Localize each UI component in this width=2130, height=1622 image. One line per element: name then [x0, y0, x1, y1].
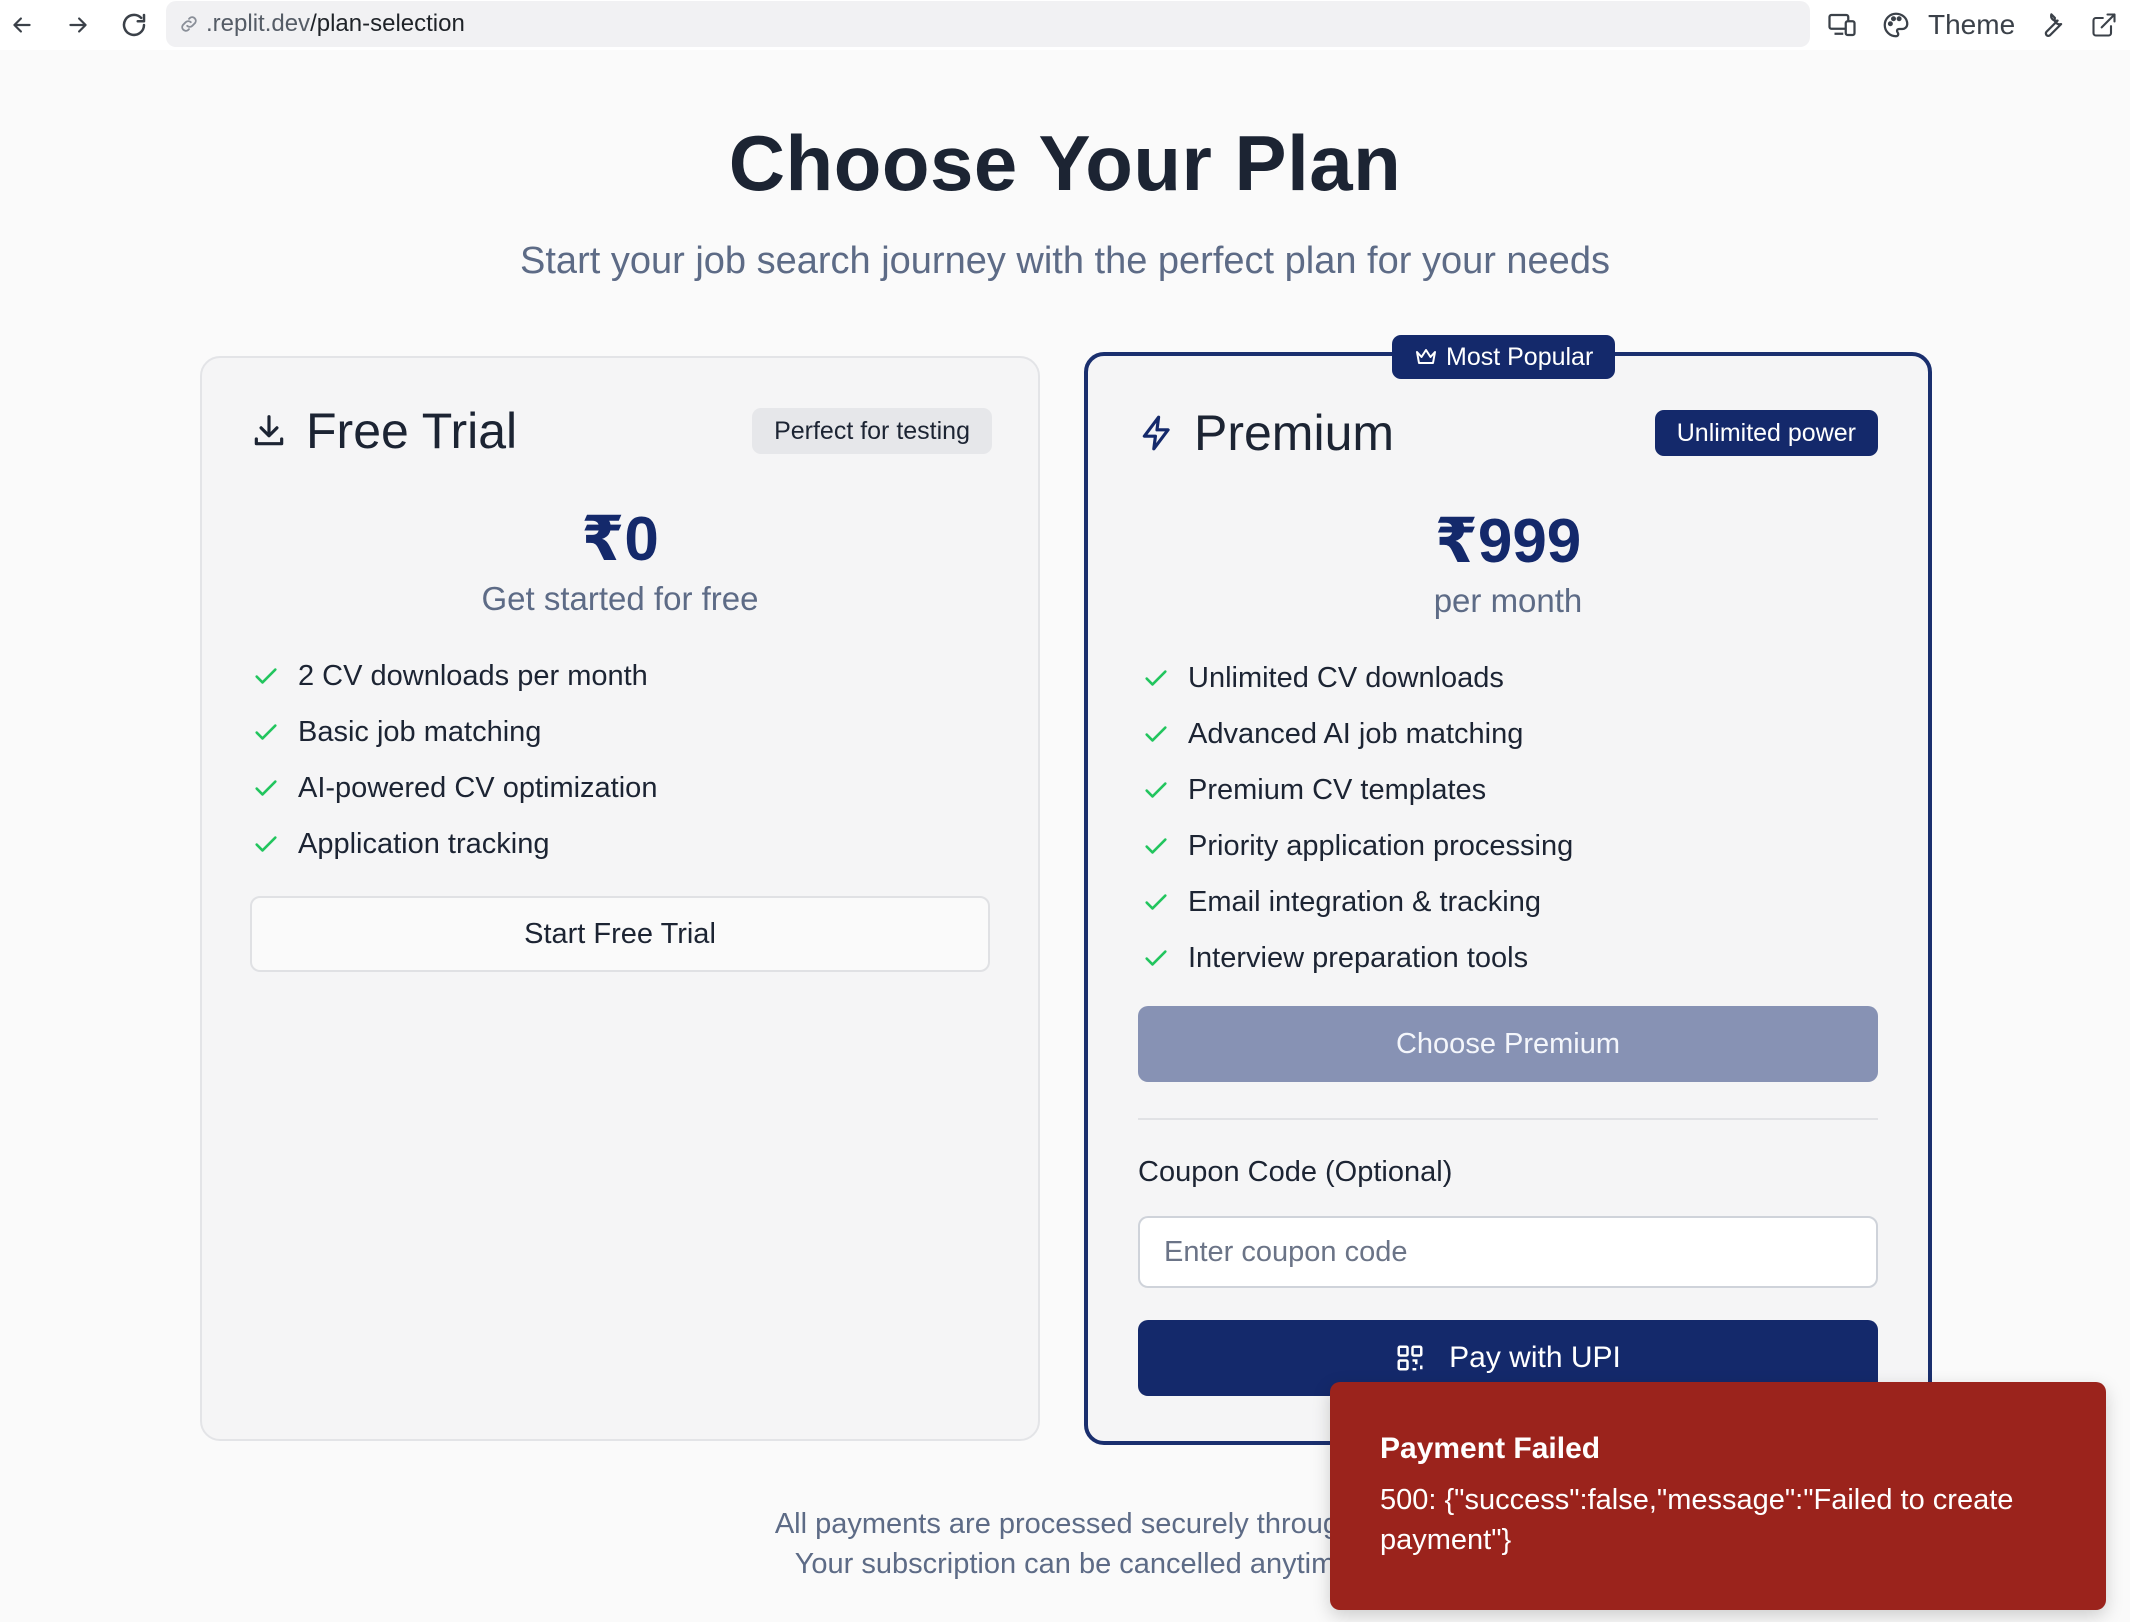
check-icon [252, 830, 280, 858]
most-popular-label: Most Popular [1446, 342, 1594, 371]
feature-item: Premium CV templates [1142, 762, 1573, 818]
most-popular-badge: Most Popular [1392, 335, 1616, 379]
toast-title: Payment Failed [1380, 1432, 1601, 1465]
browser-toolbar: .replit.dev/plan-selection Theme [0, 0, 2130, 50]
back-icon[interactable] [6, 9, 38, 41]
premium-card: Premium Unlimited power ₹999 per month U… [1084, 352, 1932, 1445]
reload-icon[interactable] [118, 9, 150, 41]
check-icon [1142, 664, 1170, 692]
check-icon [252, 774, 280, 802]
feature-item: Priority application processing [1142, 818, 1573, 874]
feature-item: AI-powered CV optimization [252, 760, 657, 816]
feature-item: Interview preparation tools [1142, 930, 1573, 986]
lightning-icon [1138, 414, 1176, 452]
free-trial-price-caption: Get started for free [481, 580, 759, 617]
theme-label[interactable]: Theme [1928, 7, 2015, 43]
check-icon [1142, 776, 1170, 804]
pay-with-upi-label: Pay with UPI [1449, 1341, 1621, 1374]
premium-features: Unlimited CV downloads Advanced AI job m… [1142, 650, 1573, 986]
check-icon [1142, 944, 1170, 972]
forward-icon[interactable] [62, 9, 94, 41]
feature-item: 2 CV downloads per month [252, 648, 657, 704]
feature-item: Email integration & tracking [1142, 874, 1573, 930]
address-bar[interactable]: .replit.dev/plan-selection [166, 1, 1810, 47]
url-host: .replit.dev [206, 10, 311, 37]
page-title: Choose Your Plan [728, 119, 1402, 207]
crown-icon [1414, 345, 1438, 369]
check-icon [1142, 832, 1170, 860]
wrench-icon[interactable] [2038, 9, 2070, 41]
payment-failed-toast[interactable]: Payment Failed 500: {"success":false,"me… [1330, 1382, 2106, 1610]
free-trial-features: 2 CV downloads per month Basic job match… [252, 648, 657, 872]
coupon-input[interactable] [1138, 1216, 1878, 1288]
external-link-icon[interactable] [2088, 9, 2120, 41]
feature-item: Advanced AI job matching [1142, 706, 1573, 762]
link-icon [178, 13, 200, 35]
premium-title: Premium [1194, 405, 1395, 461]
feature-item: Basic job matching [252, 704, 657, 760]
free-trial-price: ₹0 [581, 505, 659, 574]
divider [1138, 1118, 1878, 1120]
free-trial-tag: Perfect for testing [752, 408, 992, 454]
free-trial-header: Free Trial [250, 402, 517, 460]
start-free-trial-button[interactable]: Start Free Trial [250, 896, 990, 972]
check-icon [252, 718, 280, 746]
download-icon [250, 412, 288, 450]
choose-premium-button[interactable]: Choose Premium [1138, 1006, 1878, 1082]
free-trial-card: Free Trial Perfect for testing ₹0 Get st… [200, 356, 1040, 1441]
premium-tag: Unlimited power [1654, 410, 1878, 456]
feature-item: Application tracking [252, 816, 657, 872]
qr-code-icon [1395, 1343, 1425, 1373]
premium-price-caption: per month [1433, 582, 1583, 619]
premium-price: ₹999 [1434, 507, 1582, 576]
check-icon [1142, 720, 1170, 748]
coupon-label: Coupon Code (Optional) [1138, 1156, 1453, 1188]
check-icon [252, 662, 280, 690]
feature-item: Unlimited CV downloads [1142, 650, 1573, 706]
page-subtitle: Start your job search journey with the p… [520, 240, 1610, 282]
palette-icon[interactable] [1880, 9, 1912, 41]
check-icon [1142, 888, 1170, 916]
toast-message: 500: {"success":false,"message":"Failed … [1380, 1484, 2014, 1556]
url-path: /plan-selection [310, 10, 465, 37]
devices-icon[interactable] [1826, 9, 1858, 41]
premium-header: Premium [1138, 404, 1394, 462]
free-trial-title: Free Trial [306, 403, 518, 459]
